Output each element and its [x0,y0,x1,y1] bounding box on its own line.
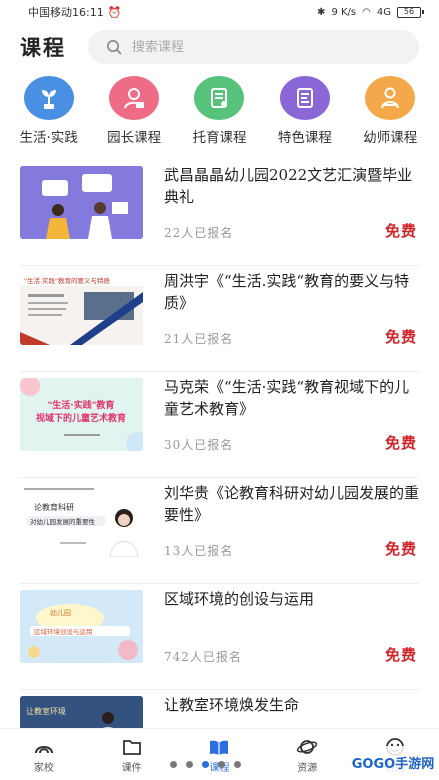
course-title: 武昌晶晶幼儿园2022文艺汇演暨毕业典礼 [164,166,413,206]
price-badge: 免费 [384,434,417,452]
carrier-time: 中国移动16:11 [28,6,104,19]
course-item[interactable]: "生活·实践"教育 视域下的儿童艺术教育 马克荣《“生活·实践“教育视域下的儿童… [20,372,419,478]
alarm-icon: ⏰ [107,5,122,19]
person-icon [109,76,160,120]
svg-text:视域下的儿童艺术教育: 视域下的儿童艺术教育 [36,412,126,424]
net-speed: 9 K/s [331,6,357,18]
status-bar: 中国移动16:11 ⏰ ✱ 9 K/s ◠ 4G 56 [0,0,439,24]
search-icon [106,40,122,55]
nav-home-school[interactable]: 家校 [4,737,84,780]
enrollment-count: 742人已报名 [164,650,242,664]
course-thumbnail [20,166,143,239]
page-dot [234,761,241,768]
category-featured[interactable]: 特色课程 [265,76,345,146]
category-label: 特色课程 [277,130,332,146]
price-badge: 免费 [384,540,417,558]
svg-text:幼儿园: 幼儿园 [50,608,71,617]
course-item[interactable]: "生活.实践"教育的要义与特质 周洪宇《“生活.实践“教育的要义与特质》 21人… [20,266,419,372]
course-title: 周洪宇《“生活.实践“教育的要义与特质》 [164,272,410,312]
course-thumbnail: 论教育科研 对幼儿园发展的重要性 [20,484,143,557]
svg-text:对幼儿园发展的重要性: 对幼儿园发展的重要性 [30,517,96,526]
category-row: 生活·实践 园长课程 托育课程 特色课程 幼师课程 [0,76,439,146]
page-dot [170,761,177,768]
price-badge: 免费 [384,646,417,664]
search-bar[interactable] [87,30,419,64]
header: 课程 [0,28,439,66]
plant-icon [23,76,74,120]
page-indicator [170,761,241,768]
page-dot [186,761,193,768]
enrollment-count: 22人已报名 [164,226,234,240]
notes-icon [279,76,330,120]
svg-text:论教育科研: 论教育科研 [34,502,74,512]
watermark-logo: GOGO手游网 [350,746,436,778]
wifi-icon: ◠ [362,6,371,18]
category-life-practice[interactable]: 生活·实践 [9,76,89,146]
course-item[interactable]: 武昌晶晶幼儿园2022文艺汇演暨毕业典礼 22人已报名 免费 [20,160,419,266]
svg-text:"生活·实践"教育: "生活·实践"教育 [48,399,115,411]
category-childcare[interactable]: 托育课程 [179,76,259,146]
nav-course[interactable]: 课程 [179,737,259,780]
document-icon [194,76,245,120]
course-item[interactable]: 论教育科研 对幼儿园发展的重要性 刘华贵《论教育科研对幼儿园发展的重要性》 13… [20,478,419,584]
category-label: 生活·实践 [19,130,78,146]
battery-icon: 56 [397,6,424,18]
course-thumbnail: "生活·实践"教育 视域下的儿童艺术教育 [20,378,143,451]
folder-icon [122,740,141,755]
svg-text:让教室环境: 让教室环境 [26,706,66,716]
price-badge: 免费 [384,222,417,240]
page-title: 课程 [20,35,66,60]
course-title: 刘华贵《论教育科研对幼儿园发展的重要性》 [164,484,420,524]
nav-label: 资源 [297,763,318,774]
home-icon [34,746,53,754]
enrollment-count: 13人已报名 [164,544,234,558]
nav-label: 课件 [121,763,142,774]
thumb-caption: "生活.实践"教育的要义与特质 [24,276,111,285]
course-title: 让教室环境焕发生命 [164,696,300,714]
teacher-icon [365,76,416,120]
course-thumbnail: "生活.实践"教育的要义与特质 [20,272,143,345]
enrollment-count: 30人已报名 [164,438,234,452]
book-icon [210,740,229,755]
search-input[interactable] [131,39,392,55]
enrollment-count: 21人已报名 [164,332,234,346]
svg-text:区域环境创设与运用: 区域环境创设与运用 [34,627,93,636]
nav-label: 家校 [33,763,54,774]
nav-courseware[interactable]: 课件 [92,737,172,780]
page-dot-active [202,761,209,768]
category-principal[interactable]: 园长课程 [94,76,174,146]
course-thumbnail: 幼儿园 区域环境创设与运用 [20,590,143,663]
category-label: 园长课程 [107,130,162,146]
page-dot [218,761,225,768]
category-label: 幼师课程 [363,130,418,146]
category-teacher[interactable]: 幼师课程 [350,76,430,146]
category-label: 托育课程 [192,130,247,146]
course-title: 区域环境的创设与运用 [164,590,315,608]
course-title: 马克荣《“生活·实践“教育视域下的儿童艺术教育》 [164,378,410,418]
nav-resources[interactable]: 资源 [267,737,347,780]
price-badge: 免费 [384,328,417,346]
bluetooth-icon: ✱ [317,6,326,18]
planet-icon [297,740,318,754]
signal-icon: 4G [376,6,391,18]
course-item[interactable]: 幼儿园 区域环境创设与运用 区域环境的创设与运用 742人已报名 免费 [20,584,419,690]
